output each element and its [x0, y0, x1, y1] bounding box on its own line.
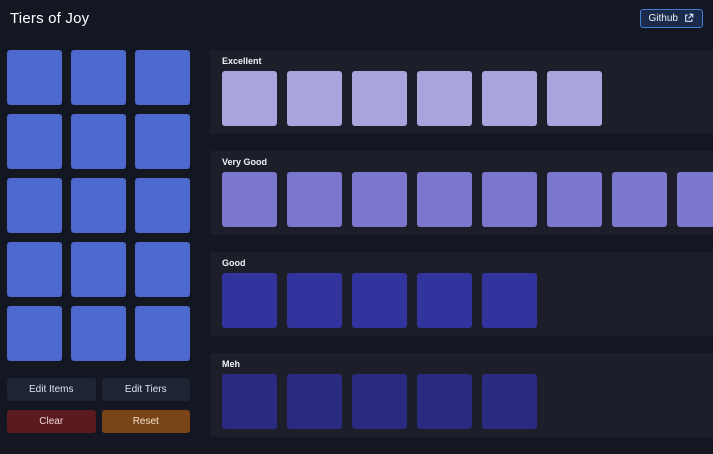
tier-item[interactable] — [352, 374, 407, 429]
tier-item[interactable] — [352, 71, 407, 126]
tier-item[interactable] — [287, 273, 342, 328]
tier-item[interactable] — [417, 71, 472, 126]
tier-item[interactable] — [547, 172, 602, 227]
tier-item[interactable] — [222, 374, 277, 429]
tier-label: Meh — [222, 359, 240, 369]
tier-label: Good — [222, 258, 246, 268]
pool-item[interactable] — [135, 114, 190, 169]
pool-item[interactable] — [7, 178, 62, 233]
tier-item[interactable] — [417, 172, 472, 227]
tier-item[interactable] — [287, 172, 342, 227]
pool-item[interactable] — [71, 178, 126, 233]
tier-items — [222, 374, 701, 429]
pool-item[interactable] — [135, 50, 190, 105]
tier-item[interactable] — [482, 71, 537, 126]
external-link-icon — [684, 13, 694, 23]
header: Tiers of Joy Github — [0, 0, 713, 36]
tier-item[interactable] — [612, 172, 667, 227]
controls: Edit Items Edit Tiers Clear Reset — [7, 378, 190, 433]
pool-item[interactable] — [7, 50, 62, 105]
item-pool-panel: Edit Items Edit Tiers Clear Reset — [7, 50, 190, 433]
item-pool — [7, 50, 190, 361]
tier-item[interactable] — [287, 71, 342, 126]
pool-item[interactable] — [135, 306, 190, 361]
clear-button[interactable]: Clear — [7, 410, 96, 433]
pool-item[interactable] — [71, 50, 126, 105]
edit-tiers-button[interactable]: Edit Tiers — [101, 378, 190, 401]
pool-item[interactable] — [71, 306, 126, 361]
tier-item[interactable] — [287, 374, 342, 429]
tier-item[interactable] — [417, 374, 472, 429]
tier-item[interactable] — [677, 172, 713, 227]
pool-item[interactable] — [7, 306, 62, 361]
pool-item[interactable] — [7, 114, 62, 169]
tier-row: Very Good — [210, 151, 713, 235]
github-button[interactable]: Github — [639, 8, 703, 28]
tier-item[interactable] — [417, 273, 472, 328]
pool-item[interactable] — [71, 114, 126, 169]
pool-item[interactable] — [135, 178, 190, 233]
tier-label: Very Good — [222, 157, 268, 167]
tier-items — [222, 71, 701, 126]
pool-item[interactable] — [7, 242, 62, 297]
tier-row: Good — [210, 252, 713, 336]
edit-items-button[interactable]: Edit Items — [7, 378, 96, 401]
tier-item[interactable] — [222, 273, 277, 328]
tier-items — [222, 273, 701, 328]
pool-item[interactable] — [135, 242, 190, 297]
pool-item[interactable] — [71, 242, 126, 297]
main-layout: Edit Items Edit Tiers Clear Reset Excell… — [0, 36, 713, 454]
page-title: Tiers of Joy — [10, 9, 90, 27]
tier-item[interactable] — [547, 71, 602, 126]
tier-item[interactable] — [482, 273, 537, 328]
tier-item[interactable] — [352, 273, 407, 328]
tier-list: Excellent Very Good Good Meh — [210, 50, 713, 454]
tier-item[interactable] — [352, 172, 407, 227]
github-button-label: Github — [648, 12, 678, 24]
tier-row: Meh — [210, 353, 713, 437]
tier-label: Excellent — [222, 56, 262, 66]
tier-item[interactable] — [482, 374, 537, 429]
tier-row: Excellent — [210, 50, 713, 134]
tier-items — [222, 172, 713, 227]
tier-item[interactable] — [222, 172, 277, 227]
reset-button[interactable]: Reset — [101, 410, 190, 433]
tier-item[interactable] — [222, 71, 277, 126]
tier-item[interactable] — [482, 172, 537, 227]
